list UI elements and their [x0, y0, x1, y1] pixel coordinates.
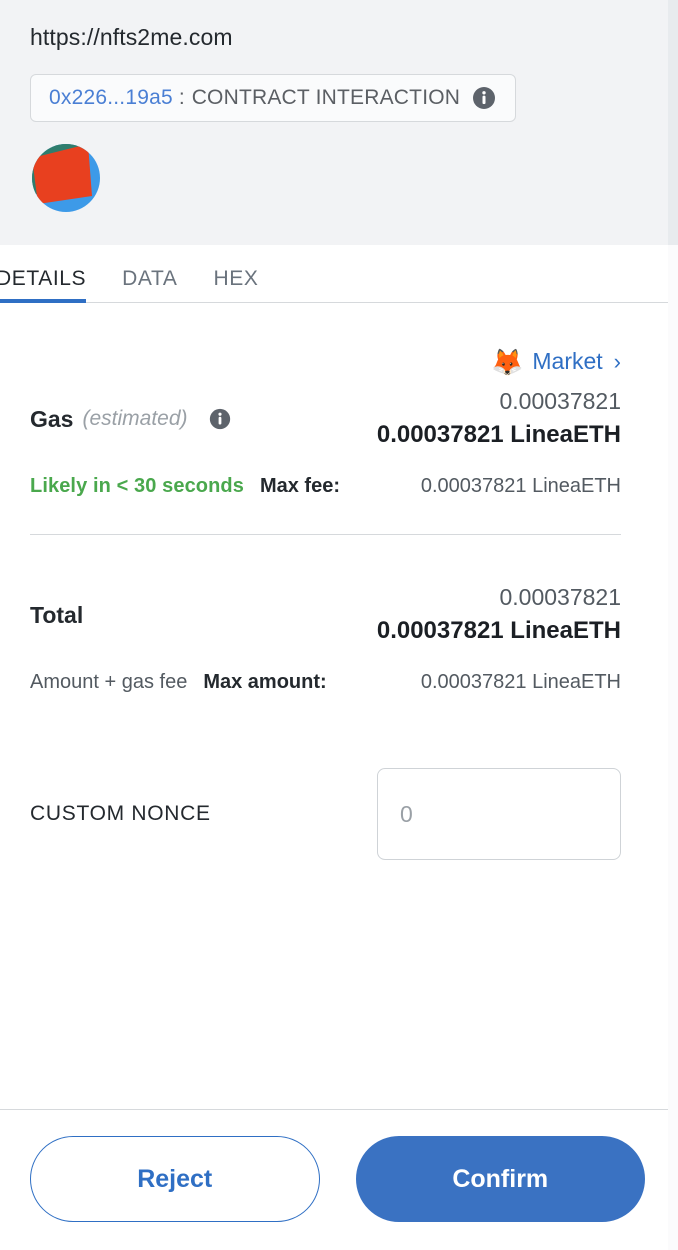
- origin-url: https://nfts2me.com: [30, 24, 233, 50]
- confirm-button-label: Confirm: [452, 1164, 549, 1193]
- transaction-header: https://nfts2me.com 0x226...19a5 : CONTR…: [0, 0, 669, 245]
- custom-nonce-label: CUSTOM NONCE: [30, 802, 211, 826]
- total-footnote: Amount + gas fee Max amount: 0.00037821 …: [30, 649, 645, 694]
- gas-fiat-amount: 0.00037821: [499, 388, 621, 414]
- page-background-right-top: [668, 0, 678, 245]
- fox-icon: 🦊: [491, 346, 524, 377]
- total-label-group: Total: [30, 602, 83, 629]
- total-grid: Total 0.00037821 0.00037821 LineaETH: [30, 581, 645, 649]
- page-background-right-bottom: [668, 245, 678, 1250]
- max-amount-label: Max amount:: [203, 671, 327, 694]
- tab-hex[interactable]: HEX: [213, 267, 258, 303]
- gas-info-icon[interactable]: [208, 407, 232, 431]
- gas-footnote: Likely in < 30 seconds Max fee: 0.000378…: [30, 453, 645, 498]
- account-identicon: [30, 142, 639, 219]
- chevron-right-icon: ›: [613, 348, 621, 374]
- max-fee-label: Max fee:: [259, 475, 340, 498]
- max-fee-value: 0.00037821 LineaETH: [420, 475, 621, 498]
- details-panel: 🦊 Market › Gas (estimated) 0.00037821 0.…: [0, 303, 669, 1109]
- total-section: Total 0.00037821 0.00037821 LineaETH Amo…: [30, 535, 645, 694]
- detail-tabs: DETAILS DATA HEX: [0, 245, 669, 303]
- contract-address[interactable]: 0x226...19a5: [49, 86, 173, 110]
- reject-button[interactable]: Reject: [30, 1136, 320, 1222]
- gas-section: Gas (estimated) 0.00037821 0.00037821 Li…: [30, 375, 645, 498]
- gas-grid: Gas (estimated) 0.00037821 0.00037821 Li…: [30, 385, 645, 453]
- action-footer: Reject Confirm: [0, 1109, 669, 1250]
- total-native-amount: 0.00037821 LineaETH: [376, 617, 621, 645]
- total-label: Total: [30, 601, 84, 628]
- tab-details[interactable]: DETAILS: [0, 267, 87, 303]
- total-description: Amount + gas fee: [30, 671, 188, 694]
- gas-estimated-note: (estimated): [82, 407, 188, 431]
- custom-nonce-row: CUSTOM NONCE: [30, 694, 645, 861]
- address-separator: :: [178, 85, 185, 109]
- market-label: Market: [532, 348, 603, 374]
- tab-hex-label: HEX: [213, 267, 259, 290]
- tab-details-label: DETAILS: [0, 267, 87, 290]
- gas-label-group: Gas (estimated): [30, 406, 232, 433]
- info-icon[interactable]: [471, 85, 497, 111]
- interaction-type-label: CONTRACT INTERACTION: [191, 85, 461, 109]
- metamask-confirmation-popup: https://nfts2me.com 0x226...19a5 : CONTR…: [0, 0, 678, 1250]
- market-row: 🦊 Market ›: [30, 303, 645, 375]
- total-fiat-amount: 0.00037821: [499, 584, 621, 611]
- gas-speed-estimate: Likely in < 30 seconds: [30, 475, 244, 498]
- reject-button-label: Reject: [137, 1164, 213, 1193]
- max-amount-value: 0.00037821 LineaETH: [420, 671, 621, 694]
- tab-data-label: DATA: [122, 267, 178, 290]
- market-link[interactable]: 🦊 Market ›: [491, 348, 621, 375]
- gas-native-amount: 0.00037821 LineaETH: [376, 421, 621, 449]
- contract-address-pill[interactable]: 0x226...19a5 : CONTRACT INTERACTION: [30, 73, 517, 122]
- custom-nonce-input[interactable]: [377, 768, 621, 861]
- gas-label: Gas: [30, 405, 74, 432]
- popup-frame: https://nfts2me.com 0x226...19a5 : CONTR…: [0, 0, 669, 1250]
- tab-data[interactable]: DATA: [122, 267, 177, 303]
- confirm-button[interactable]: Confirm: [355, 1136, 645, 1222]
